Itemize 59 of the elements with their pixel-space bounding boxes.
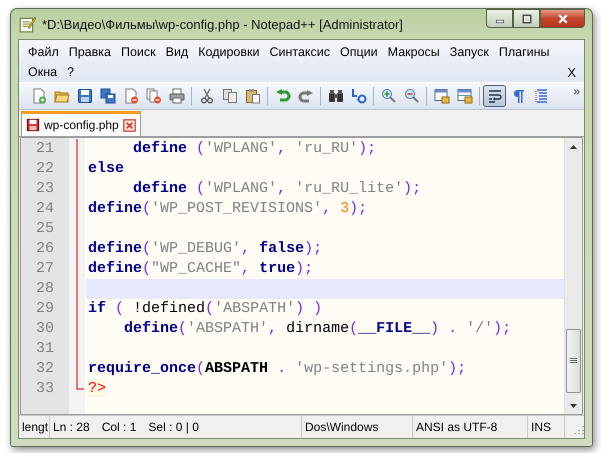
- menu-item[interactable]: Опции: [335, 45, 383, 59]
- code-line: define('WP_DEBUG', false);: [87, 239, 322, 259]
- menu-item[interactable]: Файл: [23, 45, 64, 59]
- scroll-thumb[interactable]: [566, 329, 581, 393]
- line-number: 27: [34, 259, 55, 279]
- close-document-button[interactable]: X: [563, 64, 580, 80]
- vertical-scrollbar[interactable]: [564, 138, 582, 414]
- status-text: Sel : 0 | 0: [148, 420, 199, 434]
- line-number: 22: [34, 159, 55, 179]
- code-line: else: [87, 159, 124, 179]
- scroll-up-icon[interactable]: [570, 144, 577, 148]
- grip-lines-icon: [570, 358, 577, 364]
- menu-item[interactable]: Запуск: [444, 45, 494, 59]
- tab-close-icon[interactable]: [122, 118, 136, 132]
- close-icon: [556, 12, 568, 24]
- maximize-icon: [522, 14, 532, 24]
- line-number: 21: [34, 139, 55, 159]
- menu-item[interactable]: Окна: [23, 65, 62, 79]
- status-text: Ln : 28: [53, 420, 90, 434]
- word-wrap-icon[interactable]: [483, 85, 506, 107]
- document-tab[interactable]: wp-config.php: [21, 111, 141, 136]
- line-number: 28: [34, 279, 55, 299]
- resize-grip-icon[interactable]: [572, 423, 584, 435]
- status-text: Dos\Windows: [305, 420, 378, 434]
- status-text: INS: [531, 420, 552, 434]
- code-line: if ( !defined('ABSPATH') ): [87, 299, 322, 319]
- window-title: *D:\Видео\Фильмы\wp-config.php - Notepad++ [Administrator]: [42, 16, 404, 32]
- close-button[interactable]: [540, 9, 585, 28]
- code-line: define ('WPLANG', 'ru_RU');: [132, 139, 376, 159]
- line-number: 24: [34, 199, 55, 219]
- line-number: 31: [34, 339, 55, 359]
- line-number: 29: [34, 299, 55, 319]
- status-text: ANSI as UTF-8: [416, 420, 498, 434]
- status-text: Col : 1: [102, 420, 136, 434]
- code-line: define ('WPLANG', 'ru_RU_lite');: [132, 179, 422, 199]
- line-number: 32: [34, 359, 55, 379]
- minimize-button[interactable]: [486, 9, 513, 28]
- maximize-button[interactable]: [513, 9, 540, 28]
- status-text: lengt: [22, 420, 48, 434]
- menu-item[interactable]: Кодировки: [193, 45, 264, 59]
- code-line: define("WP_CACHE", true);: [87, 259, 314, 279]
- menu-item[interactable]: Синтаксис: [264, 45, 336, 59]
- line-number: 30: [34, 319, 55, 339]
- line-number: 26: [34, 239, 55, 259]
- scroll-down-icon[interactable]: [570, 404, 577, 408]
- menu-item[interactable]: Вид: [160, 45, 194, 59]
- line-number: 33: [34, 379, 55, 399]
- menu-item[interactable]: Макросы: [382, 45, 445, 59]
- code-line: define('ABSPATH', dirname(__FILE__) . '/');: [123, 319, 512, 339]
- menu-item[interactable]: Плагины: [494, 45, 555, 59]
- menu-item[interactable]: Правка: [64, 45, 116, 59]
- overflow-button[interactable]: »: [573, 84, 580, 98]
- code-line: require_once(ABSPATH . 'wp-settings.php');: [87, 359, 466, 379]
- menu-item[interactable]: ?: [62, 65, 79, 79]
- menu-item[interactable]: Поиск: [116, 45, 161, 59]
- code-line: define('WP_POST_REVISIONS', 3);: [87, 199, 368, 219]
- line-number: 25: [34, 219, 55, 239]
- notepad-icon: [18, 15, 36, 33]
- line-number: 23: [34, 179, 55, 199]
